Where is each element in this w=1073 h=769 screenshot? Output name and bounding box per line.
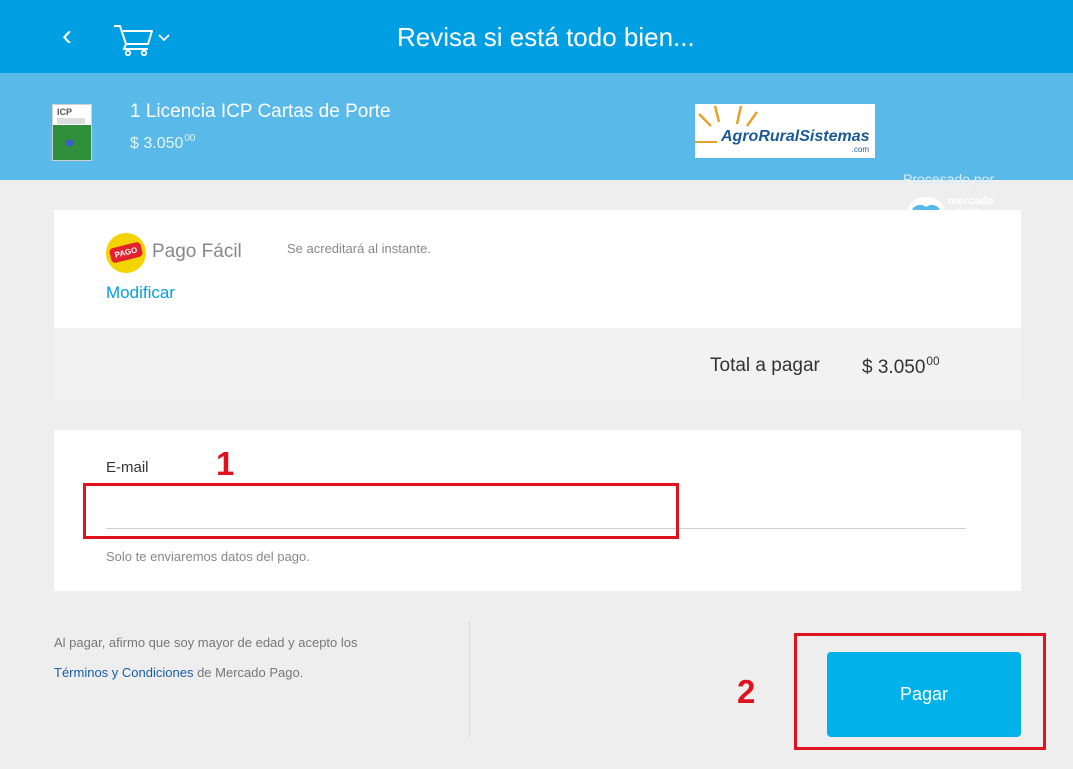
email-label: E-mail bbox=[106, 459, 149, 476]
header-bar: ‹ Revisa si está todo bien... bbox=[0, 0, 1073, 73]
annotation-number-2: 2 bbox=[737, 673, 756, 710]
pago-facil-icon: PAGO bbox=[106, 233, 146, 273]
product-thumbnail: ICP bbox=[52, 104, 92, 161]
processed-by-label: Procesado por bbox=[903, 171, 995, 187]
annotation-box-1 bbox=[83, 483, 679, 539]
total-amount: $ 3.05000 bbox=[862, 355, 940, 379]
payment-method-note: Se acreditará al instante. bbox=[287, 241, 431, 256]
annotation-box-2 bbox=[794, 633, 1046, 750]
annotation-number-1: 1 bbox=[216, 445, 235, 482]
seller-logo: AgroRuralSistemas .com bbox=[695, 104, 875, 158]
terms-text: Al pagar, afirmo que soy mayor de edad y… bbox=[54, 635, 358, 680]
product-price: $ 3.05000 bbox=[130, 133, 196, 152]
chevron-down-icon bbox=[158, 34, 170, 42]
total-label: Total a pagar bbox=[710, 355, 820, 376]
page-title: Revisa si está todo bien... bbox=[397, 22, 695, 52]
payment-method-name: Pago Fácil bbox=[152, 241, 242, 262]
divider bbox=[469, 621, 470, 738]
modify-payment-link[interactable]: Modificar bbox=[106, 283, 175, 303]
email-hint: Solo te enviaremos datos del pago. bbox=[106, 549, 310, 564]
product-summary-bar: ICP 1 Licencia ICP Cartas de Porte $ 3.0… bbox=[0, 73, 1073, 221]
terms-link[interactable]: Términos y Condiciones bbox=[54, 665, 193, 680]
product-name: 1 Licencia ICP Cartas de Porte bbox=[130, 101, 391, 122]
total-row: Total a pagar $ 3.05000 bbox=[54, 328, 1021, 400]
payment-method-card: PAGO Pago Fácil Se acreditará al instant… bbox=[54, 210, 1021, 400]
chevron-left-icon[interactable]: ‹ bbox=[62, 18, 86, 54]
shopping-cart-icon[interactable] bbox=[112, 22, 174, 56]
